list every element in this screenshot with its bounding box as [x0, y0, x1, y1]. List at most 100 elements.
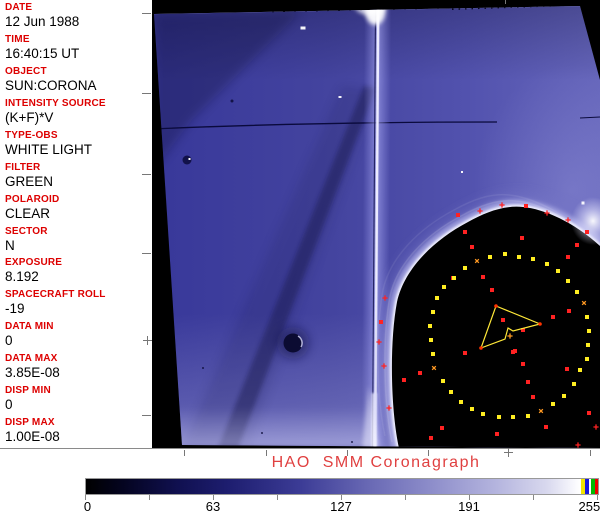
star-dot-yellow [531, 257, 535, 261]
field-value: 16:40:15 UT [5, 45, 80, 61]
fiducial-tick-left [142, 93, 151, 94]
white-speck [461, 171, 463, 173]
bottom-glow [154, 406, 380, 446]
star-dot-yellow [587, 329, 591, 333]
field-label: DISP MAX [5, 417, 55, 429]
star-dot-red [520, 236, 524, 240]
star-dot-red [567, 309, 571, 313]
star-dot-red [440, 426, 444, 430]
star-dot-yellow [429, 338, 433, 342]
white-speck [300, 26, 306, 30]
star-dot-yellow [517, 255, 521, 259]
star-dot-red [565, 367, 569, 371]
star-dot-red [513, 349, 517, 353]
dust-spot [182, 155, 192, 165]
metadata-panel: DATE 12 Jun 1988 TIME 16:40:15 UT OBJECT SUN:… [0, 0, 152, 447]
field-label: TYPE-OBS [5, 129, 58, 141]
star-dot-red [429, 436, 433, 440]
coronagraph-image [152, 0, 600, 448]
colorbar-annotation-stripe [594, 479, 598, 494]
star-dot-red [481, 275, 485, 279]
star-dot-yellow [441, 379, 445, 383]
dust-blob [277, 327, 309, 359]
star-dot-red [490, 288, 494, 292]
star-dot-yellow [586, 343, 590, 347]
star-dot-yellow [562, 394, 566, 398]
field-label: DATA MIN [5, 321, 54, 333]
dark-speck [230, 99, 234, 103]
field-label: TIME [5, 33, 30, 45]
dark-speck [202, 367, 204, 369]
field-label: INTENSITY SOURCE [5, 97, 106, 109]
star-dot-red [587, 411, 591, 415]
star-dot-red [402, 378, 406, 382]
star-dot-yellow [481, 412, 485, 416]
star-dot-yellow [566, 279, 570, 283]
star-dot-yellow [497, 415, 501, 419]
star-dot-yellow [431, 352, 435, 356]
metadata-field: POLAROID CLEAR [5, 194, 150, 222]
colorbar [85, 478, 599, 495]
colorbar-tick [405, 495, 406, 500]
star-dot-red [521, 362, 525, 366]
colorbar-tick [533, 495, 534, 500]
star-dot-red [463, 351, 467, 355]
field-value: 12 Jun 1988 [5, 14, 80, 29]
fiducial-tick-left [142, 13, 151, 14]
star-dot-yellow [442, 285, 446, 289]
star-dot-yellow [526, 414, 530, 418]
field-value: WHITE LIGHT [5, 141, 92, 157]
field-value: 3.85E-08 [5, 365, 60, 381]
star-dot-yellow [431, 310, 435, 314]
star-dot-yellow [470, 407, 474, 411]
metadata-field: SPACECRAFT ROLL -19 [5, 289, 150, 317]
field-value: 0 [5, 333, 13, 349]
image-data-frame [154, 6, 600, 448]
star-dot-red [531, 395, 535, 399]
star-dot-yellow [459, 400, 463, 404]
star-dot-red [495, 432, 499, 436]
star-dot-red [524, 204, 528, 208]
field-label: POLAROID [5, 193, 60, 205]
field-label: SPACECRAFT ROLL [5, 289, 106, 301]
star-dot-red [456, 213, 460, 217]
field-value: CLEAR [5, 205, 51, 221]
coronagraph-image-svg [154, 6, 600, 448]
frame-baseline [0, 448, 600, 449]
colorbar-label: 255 [578, 499, 600, 512]
field-value: 1.00E-08 [5, 429, 60, 445]
field-label: SECTOR [5, 225, 48, 237]
metadata-field: DISP MIN 0 [5, 385, 150, 413]
field-label: OBJECT [5, 65, 47, 77]
star-dot-red [551, 315, 555, 319]
field-value: 8.192 [5, 269, 39, 285]
star-dot-red [585, 230, 589, 234]
dark-speck [351, 441, 353, 443]
star-dot-yellow [575, 290, 579, 294]
metadata-field: OBJECT SUN:CORONA [5, 66, 150, 94]
colorbar-annotation-stripe [580, 479, 585, 494]
metadata-field: DISP MAX 1.00E-08 [5, 417, 150, 445]
fiducial-tick-left [142, 415, 151, 416]
star-dot-red [463, 230, 467, 234]
star-dot-yellow [488, 255, 492, 259]
star-dot-red [575, 243, 579, 247]
field-label: DATA MAX [5, 353, 58, 365]
metadata-field: SECTOR N [5, 226, 150, 254]
field-label: EXPOSURE [5, 257, 63, 269]
colorbar-tick [277, 495, 278, 500]
star-dot-red [526, 380, 530, 384]
star-dot-yellow [452, 276, 456, 280]
field-label: DISP MIN [5, 385, 51, 397]
field-value: (K+F)*V [5, 109, 54, 125]
colorbar-label: 63 [205, 499, 221, 512]
field-value: 0 [5, 397, 13, 413]
fiducial-tick-left [142, 253, 151, 254]
star-dot-red [566, 255, 570, 259]
colorbar-label: 127 [330, 499, 352, 512]
field-label: DATE [5, 2, 33, 13]
star-dot-red [544, 425, 548, 429]
star-dot-yellow [578, 368, 582, 372]
metadata-field: EXPOSURE 8.192 [5, 257, 150, 285]
metadata-field: TYPE-OBS WHITE LIGHT [5, 130, 150, 158]
